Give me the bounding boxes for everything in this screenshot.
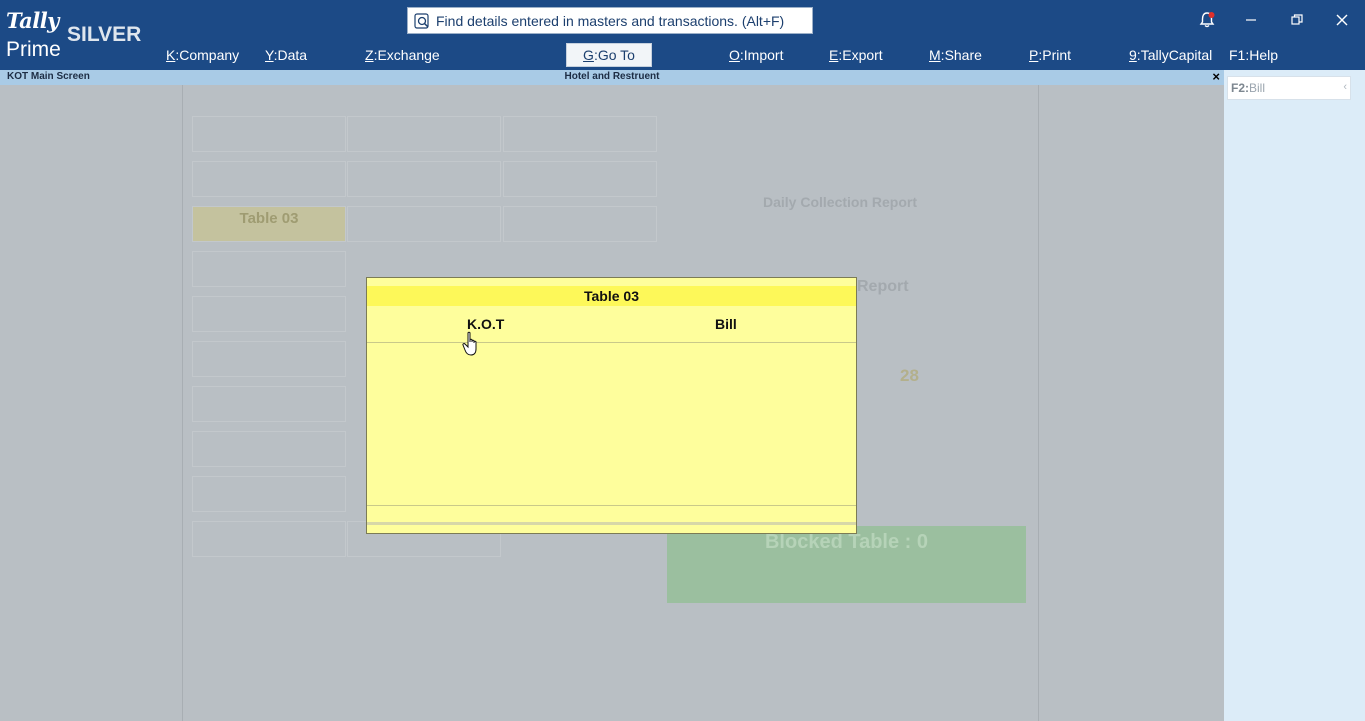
menu-share[interactable]: M:Share	[929, 47, 982, 63]
hand-cursor-icon	[462, 331, 477, 356]
popup-divider	[367, 505, 856, 506]
menu-key: Y	[265, 47, 274, 63]
search-placeholder: Find details entered in masters and tran…	[436, 12, 785, 29]
search-input[interactable]: Find details entered in masters and tran…	[407, 7, 813, 34]
screen-title-bar: KOT Main Screen Hotel and Restruent ×	[0, 69, 1224, 85]
close-icon[interactable]	[1330, 8, 1354, 32]
table-cell[interactable]	[192, 116, 346, 152]
table-cell[interactable]	[347, 206, 501, 242]
screen-close-icon[interactable]: ×	[1212, 69, 1220, 84]
menu-label: Data	[277, 47, 308, 63]
top-bar: Tally Prime SILVER Find details entered …	[0, 0, 1365, 70]
chevron-left-icon: ‹	[1343, 81, 1347, 93]
menu-help[interactable]: F1:Help	[1229, 47, 1278, 63]
table-cell[interactable]	[192, 161, 346, 197]
menu-label: TallyCapital	[1140, 47, 1213, 63]
menu-label: Go To	[597, 47, 635, 63]
menu-key: K	[166, 47, 176, 63]
company-name: Hotel and Restruent	[564, 71, 660, 82]
menu-key: M	[929, 47, 941, 63]
menu-export[interactable]: E:Export	[829, 47, 883, 63]
table-cell[interactable]	[192, 521, 346, 557]
bill-button-key: F2:	[1231, 81, 1249, 95]
menu-label: Exchange	[377, 47, 440, 63]
menu-label: Import	[743, 47, 784, 63]
daily-collection-report-link[interactable]: Daily Collection Report	[763, 194, 917, 210]
menu-label: Export	[842, 47, 883, 63]
menu-key: G	[583, 47, 594, 63]
restore-icon[interactable]	[1285, 8, 1309, 32]
logo-edition: SILVER	[67, 23, 142, 46]
bill-button-label: Bill	[1249, 81, 1266, 95]
table-cell[interactable]	[503, 161, 657, 197]
table-cell-selected[interactable]: Table 03	[192, 206, 346, 242]
menu-key: 9	[1129, 47, 1137, 63]
divider	[1038, 85, 1039, 721]
menu-key: P	[1029, 47, 1039, 63]
menu-key: E	[829, 47, 839, 63]
menu-import[interactable]: O:Import	[729, 47, 783, 63]
minimize-icon[interactable]	[1239, 8, 1263, 32]
divider	[182, 85, 183, 721]
bill-option[interactable]: Bill	[715, 316, 737, 332]
kot-option[interactable]: K.O.T	[467, 316, 504, 332]
table-cell[interactable]	[192, 251, 346, 287]
table-cell[interactable]	[192, 341, 346, 377]
menu-key: O	[729, 47, 740, 63]
table-cell[interactable]	[347, 116, 501, 152]
right-button-panel: F2: Bill ‹	[1224, 70, 1365, 721]
table-cell[interactable]	[192, 431, 346, 467]
menu-data[interactable]: Y:Data	[265, 47, 307, 63]
count-fragment: 28	[900, 366, 919, 385]
popup-title: Table 03	[367, 286, 856, 306]
menu-go-to[interactable]: G: Go To	[566, 43, 652, 67]
menu-exchange[interactable]: Z:Exchange	[365, 47, 440, 63]
popup-footer-bar	[367, 522, 856, 525]
menu-label: Share	[944, 47, 982, 63]
table-cell[interactable]	[503, 116, 657, 152]
search-icon	[414, 12, 429, 29]
menu-company[interactable]: K:Company	[166, 47, 239, 63]
menu-key: F1	[1229, 47, 1246, 63]
table-options-popup: Table 03 K.O.T Bill	[366, 277, 857, 534]
logo-tally-text: Tally	[6, 8, 59, 33]
menu-label: Print	[1042, 47, 1072, 63]
popup-divider	[367, 342, 856, 343]
menu-label: Company	[179, 47, 240, 63]
table-cell[interactable]	[192, 476, 346, 512]
menu-label: Help	[1249, 47, 1279, 63]
table-cell[interactable]	[503, 206, 657, 242]
logo-prime-text: Prime	[6, 38, 61, 61]
table-cell[interactable]	[347, 161, 501, 197]
table-cell[interactable]	[192, 386, 346, 422]
bill-button[interactable]: F2: Bill ‹	[1227, 76, 1351, 100]
menu-tallycapital[interactable]: 9:TallyCapital	[1129, 47, 1212, 63]
report-link-fragment[interactable]: Report	[857, 278, 909, 296]
menu-key: Z	[365, 47, 374, 63]
menu-print[interactable]: P:Print	[1029, 47, 1071, 63]
table-cell[interactable]	[192, 296, 346, 332]
notification-bell-icon[interactable]	[1195, 8, 1219, 32]
blocked-table-box: Blocked Table : 0	[667, 526, 1026, 603]
